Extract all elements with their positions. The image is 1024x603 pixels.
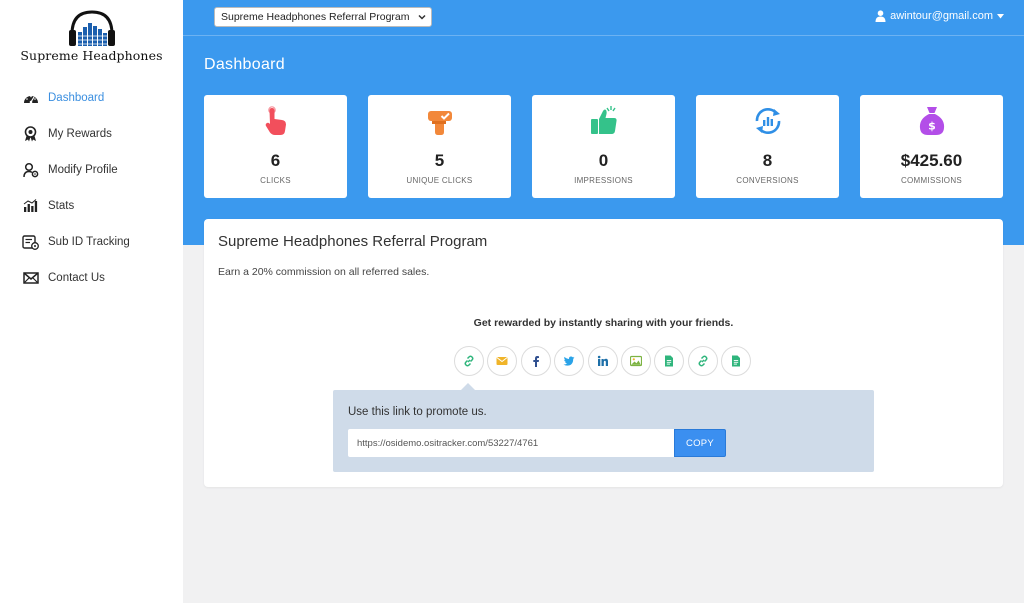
stat-card-impressions: 0 IMPRESSIONS [532,95,675,198]
program-title: Supreme Headphones Referral Program [218,233,488,250]
topbar-divider [183,35,1024,36]
image-icon [629,355,642,367]
linkedin-icon [597,355,608,366]
promo-pointer [461,383,475,390]
hand-check-icon [428,111,452,135]
stat-card-commissions: $ $425.60 COMMISSIONS [860,95,1003,198]
stat-label: UNIQUE CLICKS [406,176,473,185]
user-email: awintour@gmail.com [890,10,993,22]
award-icon [22,126,39,143]
stat-value: 0 [598,151,609,170]
link-icon [698,355,708,367]
headphones-logo-icon [69,10,115,46]
stat-card-unique-clicks: 5 UNIQUE CLICKS [368,95,511,198]
share-heading: Get rewarded by instantly sharing with y… [473,317,734,329]
stat-label: CONVERSIONS [736,176,799,185]
share-link-button[interactable] [454,346,484,376]
sidebar-item-label: My Rewards [48,128,112,140]
money-bag-icon: $ [919,107,945,135]
user-menu[interactable]: awintour@gmail.com [875,10,1004,22]
stat-card-clicks: 6 CLICKS [204,95,347,198]
share-email-button[interactable] [487,346,518,376]
stat-label: IMPRESSIONS [574,176,633,185]
user-gear-icon [22,162,39,179]
stat-value: 5 [434,151,445,170]
sidebar-item-my-rewards[interactable]: My Rewards [0,116,183,152]
promo-label: Use this link to promote us. [348,406,487,418]
tracking-icon [22,234,39,251]
sidebar-item-stats[interactable]: Stats [0,188,183,224]
twitter-icon [563,356,575,366]
refresh-chart-icon [755,108,781,134]
stat-card-conversions: 8 CONVERSIONS [696,95,839,198]
sidebar-item-contact-us[interactable]: Contact Us [0,260,183,296]
dashboard-icon [22,90,39,107]
program-panel: Supreme Headphones Referral Program Earn… [204,219,1003,487]
page-title: Dashboard [204,56,285,73]
share-document-button[interactable] [654,346,685,376]
sidebar-item-label: Contact Us [48,272,105,284]
caret-down-icon [997,13,1004,18]
sidebar-nav: Dashboard My Rewards Modify Profile Stat… [0,80,183,296]
user-icon [875,10,886,22]
bar-chart-icon [22,198,39,215]
sidebar-item-label: Dashboard [48,92,105,104]
sidebar-item-label: Sub ID Tracking [48,236,130,248]
envelope-icon [22,270,39,287]
brand-name: Supreme Headphones [20,48,163,63]
stat-label: CLICKS [260,176,291,185]
share-link-button-2[interactable] [687,346,718,376]
sidebar-item-label: Stats [48,200,75,212]
program-select-value: Supreme Headphones Referral Program [221,11,410,23]
program-select[interactable]: Supreme Headphones Referral Program [214,7,432,27]
share-facebook-button[interactable] [520,346,551,376]
thumbs-up-icon [591,106,617,134]
stat-value: $425.60 [900,151,963,170]
stat-label: COMMISSIONS [900,176,963,185]
facebook-icon [533,356,539,367]
brand-logo[interactable]: Supreme Headphones [0,8,183,68]
share-buttons [454,346,755,376]
program-description: Earn a 20% commission on all referred sa… [218,266,430,278]
sidebar: Supreme Headphones Dashboard My Rewards … [0,0,183,603]
hand-pointer-icon [265,106,286,135]
share-image-button[interactable] [620,346,651,376]
share-linkedin-button[interactable] [587,346,618,376]
document-icon [665,355,674,367]
svg-text:$: $ [928,120,936,133]
sidebar-item-label: Modify Profile [48,164,118,176]
promo-link-field[interactable]: https://osidemo.ositracker.com/53227/476… [348,429,674,457]
share-twitter-button[interactable] [554,346,585,376]
promo-link-box: Use this link to promote us. https://osi… [333,383,874,472]
document-icon [732,355,741,367]
sidebar-item-sub-id-tracking[interactable]: Sub ID Tracking [0,224,183,260]
chevron-down-icon [418,14,426,20]
copy-button[interactable]: COPY [674,429,726,457]
share-document-button-2[interactable] [721,346,752,376]
sidebar-item-dashboard[interactable]: Dashboard [0,80,183,116]
link-icon [464,355,474,367]
sidebar-item-modify-profile[interactable]: Modify Profile [0,152,183,188]
email-icon [496,357,508,365]
stat-value: 8 [762,151,773,170]
stat-value: 6 [270,151,281,170]
